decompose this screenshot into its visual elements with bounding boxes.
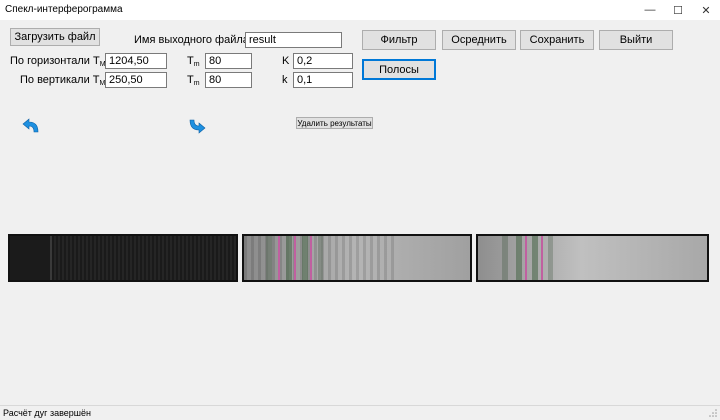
tm2-input[interactable] (205, 72, 252, 88)
K-label: K (282, 55, 290, 67)
source-image (8, 234, 238, 282)
rotate-right-icon[interactable] (188, 118, 206, 137)
maximize-button[interactable]: ☐ (664, 0, 692, 20)
window-title: Спекл-интерферограмма (5, 4, 123, 15)
k-label: k (282, 74, 288, 86)
minimize-button[interactable]: — (636, 0, 664, 20)
tm-label-2: Tm (187, 74, 200, 87)
k-input[interactable] (293, 72, 353, 88)
stripes-button[interactable]: Полосы (362, 59, 436, 80)
resize-grip-icon[interactable] (708, 408, 718, 418)
vertical-label: По вертикали TM (20, 74, 106, 87)
close-button[interactable]: ✕ (692, 0, 720, 20)
save-button[interactable]: Сохранить (520, 30, 594, 50)
average-button[interactable]: Осреднить (442, 30, 516, 50)
tm-label-1: Tm (187, 55, 200, 68)
output-name-input[interactable] (245, 32, 342, 48)
vertical-tm-input[interactable] (105, 72, 167, 88)
tm1-input[interactable] (205, 53, 252, 69)
exit-button[interactable]: Выйти (599, 30, 673, 50)
status-text: Расчёт дуг завершён (3, 408, 91, 418)
title-bar: Спекл-интерферограмма — ☐ ✕ (0, 0, 720, 20)
filter-button[interactable]: Фильтр (362, 30, 436, 50)
horizontal-tm-input[interactable] (105, 53, 167, 69)
filtered-image (242, 234, 472, 282)
status-bar: Расчёт дуг завершён (0, 405, 720, 420)
delete-results-button[interactable]: Удалить результаты (296, 117, 373, 129)
horizontal-label: По горизонтали TM (10, 55, 106, 68)
result-image (476, 234, 709, 282)
rotate-left-icon[interactable] (22, 118, 40, 137)
load-file-button[interactable]: Загрузить файл (10, 28, 100, 46)
K-input[interactable] (293, 53, 353, 69)
output-name-label: Имя выходного файла (134, 34, 249, 46)
